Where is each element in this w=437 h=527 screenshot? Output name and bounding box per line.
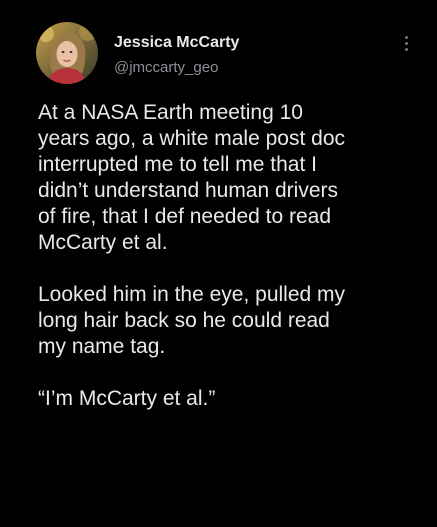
tweet-paragraph: Looked him in the eye, pulled my long ha… — [38, 283, 346, 358]
more-options-button[interactable] — [398, 30, 414, 56]
avatar-image — [36, 22, 98, 84]
more-vertical-icon — [404, 47, 408, 51]
more-vertical-icon — [404, 35, 408, 39]
tweet-paragraph: At a NASA Earth meeting 10 years ago, a … — [38, 101, 346, 254]
tweet-paragraph: “I’m McCarty et al.” — [38, 387, 216, 410]
author-handle[interactable]: @jmccarty_geo — [114, 58, 218, 78]
tweet-text: At a NASA Earth meeting 10 years ago, a … — [38, 100, 430, 412]
more-vertical-icon — [404, 41, 408, 45]
tweet-card: Jessica McCarty @jmccarty_geo At a NASA … — [0, 0, 437, 527]
author-display-name[interactable]: Jessica McCarty — [114, 33, 239, 53]
avatar[interactable] — [36, 22, 98, 84]
